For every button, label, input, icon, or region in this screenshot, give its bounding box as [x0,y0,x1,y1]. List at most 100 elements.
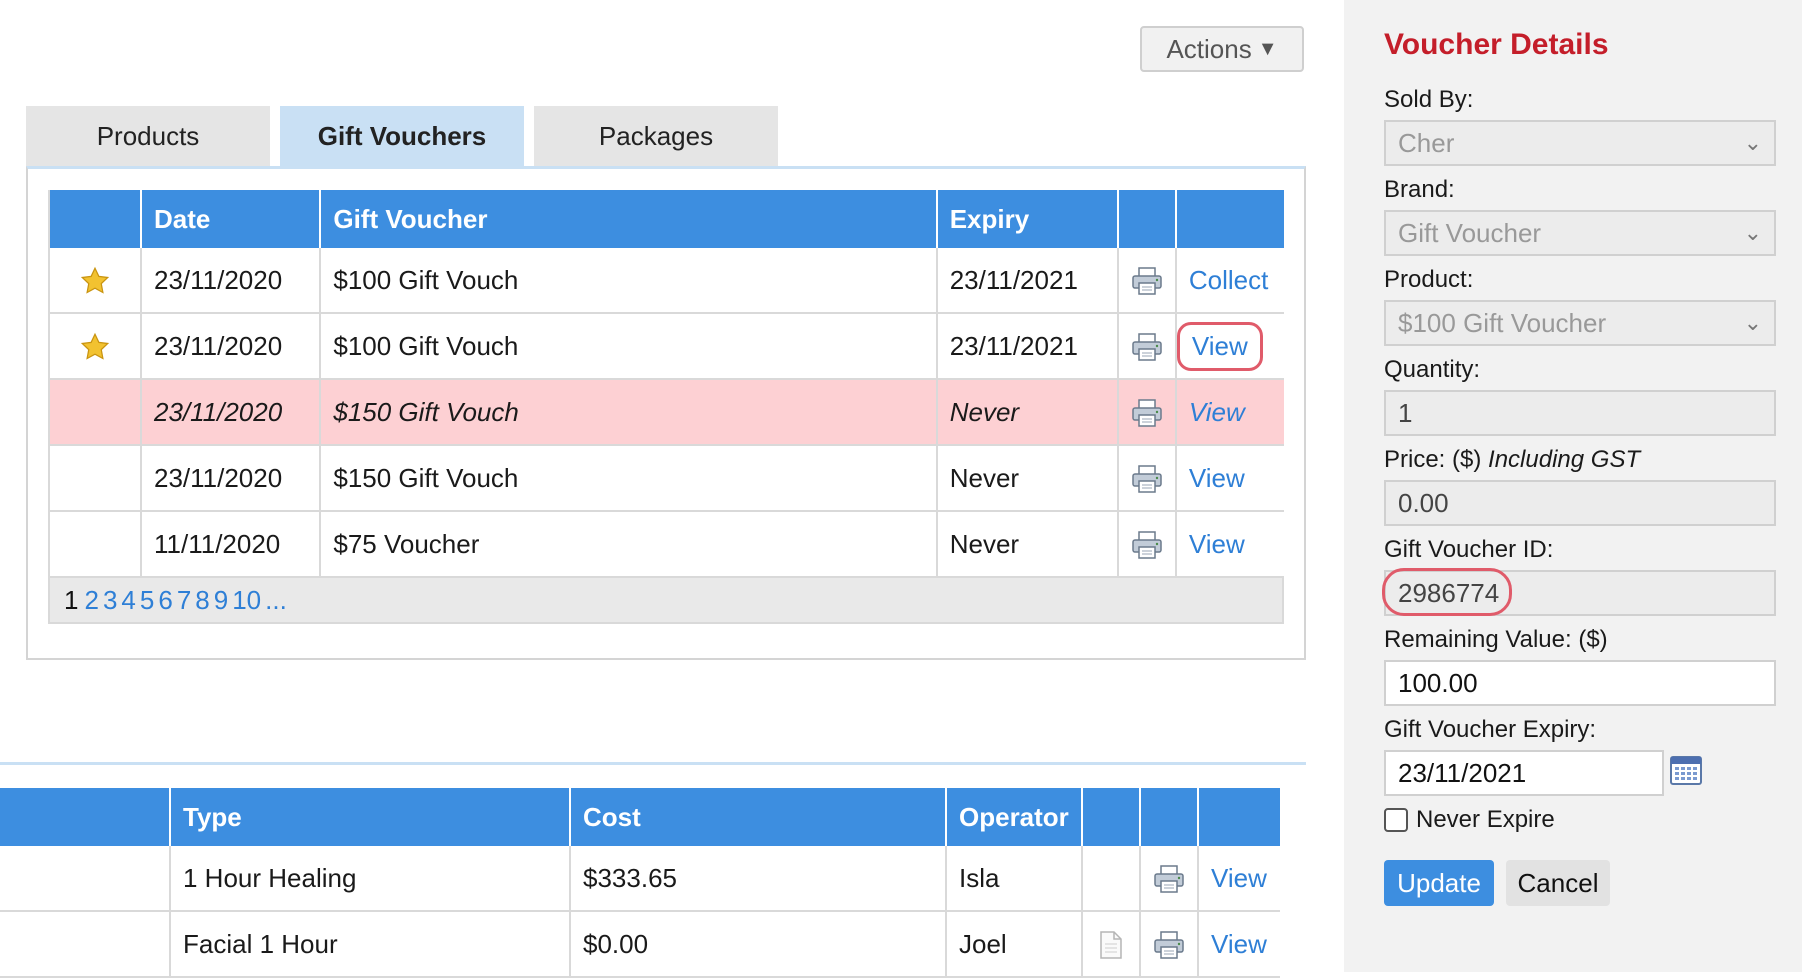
price-label: Price: ($) Including GST [1384,446,1640,474]
column-header-type: Type [170,788,571,846]
actions-button[interactable]: Actions ▼ [1140,26,1304,72]
star-cell [49,248,142,314]
column-header-print [1118,190,1177,248]
tab-packages[interactable]: Packages [534,106,778,166]
printer-icon[interactable] [1131,530,1163,560]
sold-by-select[interactable]: Cher ⌄ [1384,120,1776,166]
view-link[interactable]: View [1189,397,1245,427]
page-link[interactable]: 3 [103,585,117,616]
expiry-cell: Never [936,511,1120,578]
sold-by-label: Sold By: [1384,86,1474,113]
action-cell: View [1198,846,1280,912]
document-icon[interactable] [1098,930,1124,960]
product-select[interactable]: $100 Gift Voucher ⌄ [1384,300,1776,346]
action-cell: View [1198,911,1280,978]
table-row[interactable]: 1 Hour Healing $333.65 Isla View [0,846,1280,912]
table-row[interactable]: 23/11/2020 $150 Gift Vouch Never View [49,379,1284,446]
star-cell [49,445,142,512]
view-link[interactable]: View [1189,463,1245,493]
table-header-row: Type Cost Operator [0,788,1280,846]
gift-voucher-cell: $75 Voucher [320,511,938,578]
page-link[interactable]: 4 [121,585,135,616]
view-link[interactable]: View [1211,863,1267,893]
page-link[interactable]: ... [265,585,287,616]
action-cell: View [1175,379,1284,446]
date-cell: 23/11/2020 [140,379,322,446]
tab-gift-vouchers[interactable]: Gift Vouchers [280,106,524,166]
table-row[interactable]: 23/11/2020 $100 Gift Vouch 23/11/2021 Colle… [49,248,1284,314]
page-link[interactable]: 8 [195,585,209,616]
gift-voucher-cell: $100 Gift Vouch [320,313,938,380]
section-divider [0,762,1306,765]
voucher-details-panel: Voucher Details Sold By: Cher ⌄ Brand: G… [1344,0,1802,972]
update-button[interactable]: Update [1384,860,1494,906]
print-cell [1118,511,1177,578]
date-cell: 23/11/2020 [140,248,322,314]
actions-label: Actions [1166,33,1252,64]
never-expire-checkbox[interactable] [1384,808,1408,832]
print-cell [1118,445,1177,512]
star-icon [80,266,110,294]
blank-cell [0,846,171,912]
printer-icon[interactable] [1131,464,1163,494]
operator-cell: Joel [946,911,1083,978]
price-note: Including GST [1488,446,1641,473]
page-link[interactable]: 2 [84,585,98,616]
tab-bar: Products Gift Vouchers Packages [26,106,778,166]
view-link[interactable]: View [1189,529,1245,559]
printer-icon[interactable] [1153,930,1185,960]
column-header-action [1198,788,1280,846]
gift-vouchers-table: Date Gift Voucher Expiry 23/11/2020 $100 … [48,190,1284,578]
printer-icon[interactable] [1131,266,1163,296]
column-header-cost: Cost [570,788,947,846]
expiry-label: Gift Voucher Expiry: [1384,716,1597,743]
print-cell [1140,911,1199,978]
printer-icon[interactable] [1131,398,1163,428]
doc-cell [1082,846,1141,912]
printer-icon[interactable] [1153,864,1185,894]
table-row[interactable]: 23/11/2020 $100 Gift Vouch 23/11/2021 View [49,313,1284,380]
type-cell: Facial 1 Hour [170,911,571,978]
pagination: 1 2 3 4 5 6 7 8 9 10... [48,578,1284,624]
column-header-action [1175,190,1284,248]
printer-icon[interactable] [1131,332,1163,362]
calendar-icon[interactable] [1670,755,1702,785]
print-cell [1140,846,1199,912]
expiry-date-input[interactable]: 23/11/2021 [1384,750,1664,796]
collect-link[interactable]: Collect [1189,265,1268,295]
product-label: Product: [1384,266,1474,293]
quantity-field[interactable]: 1 [1384,390,1776,436]
action-cell: View [1175,313,1284,380]
action-cell: View [1175,445,1284,512]
brand-select[interactable]: Gift Voucher ⌄ [1384,210,1776,256]
page-link[interactable]: 7 [177,585,191,616]
cancel-button[interactable]: Cancel [1506,860,1610,906]
star-cell [49,511,142,578]
chevron-down-icon: ⌄ [1743,220,1762,245]
page-link[interactable]: 9 [214,585,228,616]
table-row[interactable]: Facial 1 Hour $0.00 Joel View [0,911,1280,978]
gift-voucher-id-field[interactable]: 2986774 [1384,570,1776,616]
remaining-value-input[interactable]: 100.00 [1384,660,1776,706]
page-link[interactable]: 10 [232,585,261,616]
price-field[interactable]: 0.00 [1384,480,1776,526]
column-header-doc [1082,788,1141,846]
page-link[interactable]: 5 [140,585,154,616]
column-header-blank [0,788,171,846]
tab-products[interactable]: Products [26,106,270,166]
column-header-star [49,190,142,248]
expiry-cell: Never [936,445,1120,512]
column-header-print [1140,788,1199,846]
star-cell [49,379,142,446]
price-value: 0.00 [1398,487,1449,518]
chevron-down-icon: ⌄ [1743,130,1762,155]
page-link[interactable]: 6 [158,585,172,616]
chevron-down-icon: ⌄ [1743,310,1762,335]
action-cell: Collect [1175,248,1284,314]
view-link[interactable]: View [1176,321,1263,371]
expiry-date-value: 23/11/2021 [1398,757,1527,788]
view-link[interactable]: View [1211,929,1267,959]
table-row[interactable]: 11/11/2020 $75 Voucher Never View [49,511,1284,578]
column-header-date: Date [140,190,322,248]
table-row[interactable]: 23/11/2020 $150 Gift Vouch Never View [49,445,1284,512]
